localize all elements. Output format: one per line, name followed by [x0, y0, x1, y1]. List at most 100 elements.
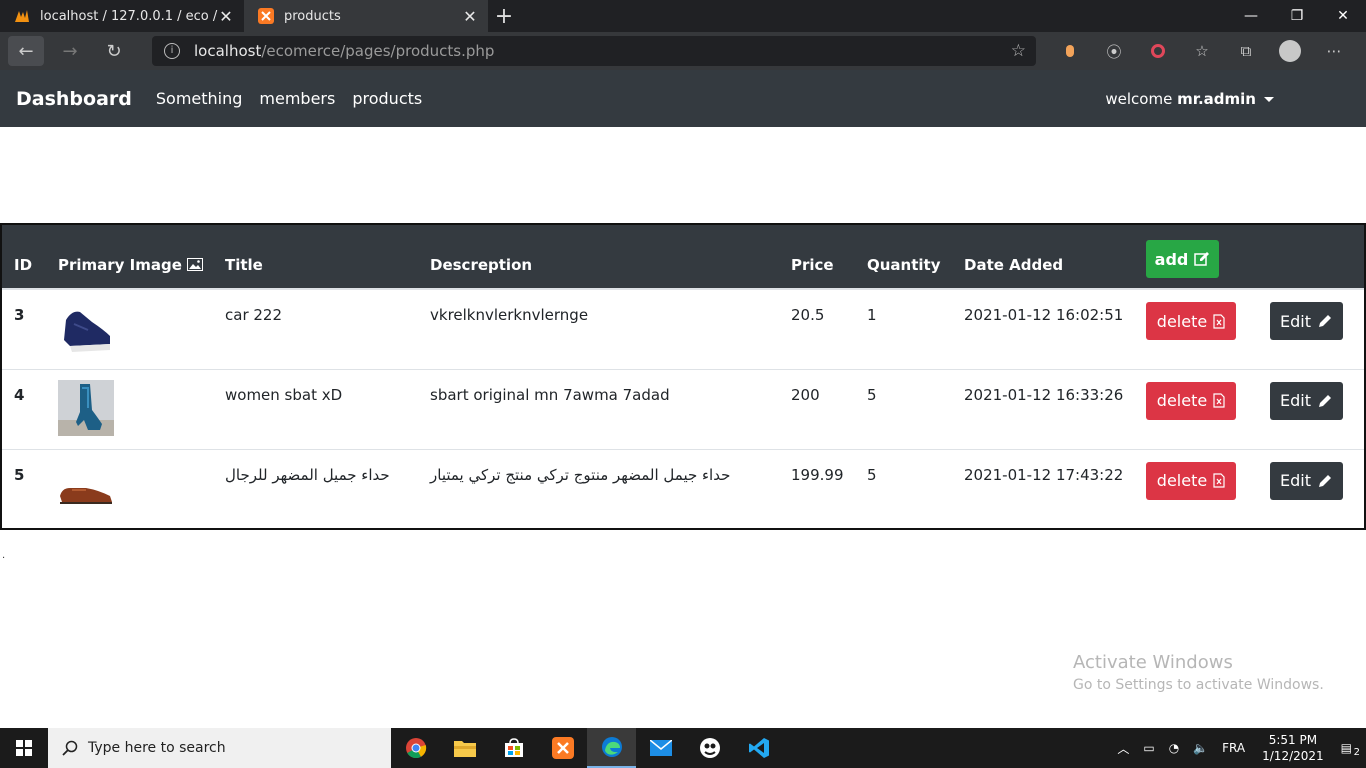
col-header-id: ID	[14, 256, 33, 274]
mail-icon[interactable]	[636, 728, 685, 768]
forward-icon[interactable]: →	[52, 36, 88, 66]
taskbar-search-input[interactable]: Type here to search	[48, 728, 391, 768]
cell-description: حداء جيمل المضهر منتوج تركي منتج تركي يم…	[430, 465, 731, 484]
profile-avatar-icon[interactable]	[1268, 36, 1312, 66]
delete-label: delete	[1156, 471, 1208, 490]
xampp-icon	[258, 8, 274, 24]
watermark-line1: Activate Windows	[1073, 652, 1233, 673]
refresh-icon[interactable]: ↻	[96, 36, 132, 66]
cell-description: sbart original mn 7awma 7adad	[430, 385, 670, 404]
wifi-icon[interactable]: ◔	[1162, 741, 1186, 755]
site-navbar: Dashboard Something members products wel…	[0, 70, 1366, 127]
cell-price: 20.5	[791, 306, 825, 324]
notification-count: 2	[1351, 747, 1362, 758]
cell-quantity: 5	[867, 385, 877, 404]
cell-date: 2021-01-12 16:02:51	[964, 306, 1124, 324]
pencil-icon	[1318, 315, 1331, 327]
edit-label: Edit	[1280, 311, 1311, 331]
user-dropdown[interactable]: welcome mr.admin	[1105, 90, 1274, 108]
clock-date: 1/12/2021	[1262, 749, 1324, 763]
favorites-icon[interactable]: ☆	[1180, 36, 1224, 66]
cell-image	[58, 369, 225, 449]
cell-date: 2021-01-12 17:43:22	[964, 465, 1124, 484]
edit-button[interactable]: Edit	[1270, 461, 1343, 500]
notification-center-icon[interactable]: ▤ 2	[1334, 741, 1366, 758]
tab-close-icon[interactable]: ✕	[462, 7, 478, 26]
vscode-icon[interactable]	[734, 728, 783, 768]
search-icon	[62, 740, 78, 756]
system-tray: ︿ ▭ ◔ 🔈 FRA 5:51 PM 1/12/2021 ▤ 2	[1110, 728, 1366, 768]
col-header-date: Date Added	[964, 256, 1064, 274]
cell-quantity: 1	[867, 306, 877, 324]
address-bar[interactable]: i localhost/ecomerce/pages/products.php …	[152, 36, 1036, 66]
close-window-icon[interactable]: ✕	[1320, 0, 1366, 32]
brand-link[interactable]: Dashboard	[16, 88, 132, 110]
delete-label: delete	[1156, 311, 1208, 331]
nav-link-products[interactable]: products	[352, 89, 422, 108]
nav-link-members[interactable]: members	[259, 89, 335, 108]
cell-date: 2021-01-12 16:33:26	[964, 385, 1124, 404]
new-tab-icon[interactable]: +	[488, 0, 520, 32]
taskbar: Type here to search ︿ ▭ ◔ 🔈 FRA 5:51 PM …	[0, 728, 1366, 768]
restore-icon[interactable]: ❐	[1274, 0, 1320, 32]
cell-price: 200	[791, 385, 820, 404]
xampp-taskbar-icon[interactable]	[538, 728, 587, 768]
col-header-title: Title	[225, 256, 263, 274]
add-label: add	[1154, 249, 1189, 269]
store-icon[interactable]	[489, 728, 538, 768]
nav-link-something[interactable]: Something	[156, 89, 243, 108]
cell-quantity: 5	[867, 465, 877, 484]
extension-icon[interactable]	[1048, 36, 1092, 66]
search-placeholder: Type here to search	[88, 740, 226, 756]
product-image[interactable]	[58, 300, 114, 356]
product-image[interactable]	[58, 459, 114, 516]
cell-title: حداء جميل المضهر للرجال	[225, 465, 390, 484]
cell-edit: Edit	[1270, 369, 1364, 449]
edit-button[interactable]: Edit	[1270, 381, 1343, 420]
chrome-icon[interactable]	[391, 728, 440, 768]
cell-title: car 222	[225, 306, 283, 324]
url-host: localhost	[194, 42, 262, 60]
site-info-icon[interactable]: i	[164, 43, 180, 59]
more-menu-icon[interactable]: ⋯	[1312, 36, 1356, 66]
browser-tab-products[interactable]: products ✕	[244, 0, 488, 32]
language-indicator[interactable]: FRA	[1215, 741, 1252, 755]
windows-start-icon[interactable]	[0, 728, 48, 768]
footnote-dot: .	[2, 550, 6, 561]
minimize-icon[interactable]: —	[1228, 0, 1274, 32]
url-path: /ecomerce/pages/products.php	[261, 42, 495, 60]
opera-extension-icon[interactable]	[1136, 36, 1180, 66]
back-icon[interactable]: ←	[8, 36, 44, 66]
volume-icon[interactable]: 🔈	[1186, 741, 1215, 755]
welcome-text: welcome	[1105, 89, 1178, 108]
pencil-icon	[1318, 394, 1331, 407]
product-image[interactable]	[58, 379, 114, 436]
caret-down-icon	[1264, 96, 1274, 102]
collections-icon[interactable]: ⧉	[1224, 36, 1268, 66]
add-button[interactable]: add	[1146, 240, 1219, 278]
delete-button[interactable]: delete	[1146, 302, 1236, 340]
col-header-quantity: Quantity	[867, 256, 941, 274]
col-header-image-label: Primary Image	[58, 256, 182, 274]
clock[interactable]: 5:51 PM 1/12/2021	[1252, 732, 1334, 764]
app-icon[interactable]	[685, 728, 734, 768]
file-x-icon	[1213, 393, 1225, 408]
battery-icon[interactable]: ▭	[1136, 741, 1161, 755]
delete-button[interactable]: delete	[1146, 381, 1236, 420]
extension-icon[interactable]: ⦿	[1092, 36, 1136, 66]
browser-tab-phpmyadmin[interactable]: localhost / 127.0.0.1 / eco / items | ph…	[0, 0, 244, 32]
delete-label: delete	[1156, 391, 1208, 410]
edge-icon[interactable]	[587, 728, 636, 768]
cell-title: women sbat xD	[225, 385, 343, 404]
watermark-line2: Go to Settings to activate Windows.	[1073, 677, 1324, 693]
delete-button[interactable]: delete	[1146, 461, 1236, 500]
products-table: ID Primary Image Title Descreption Price…	[0, 223, 1366, 530]
chevron-up-icon[interactable]: ︿	[1110, 740, 1136, 757]
clock-time: 5:51 PM	[1268, 733, 1318, 747]
tab-title: products	[284, 8, 341, 24]
edit-button[interactable]: Edit	[1270, 302, 1343, 340]
cell-price: 199.99	[791, 465, 844, 484]
favorite-star-icon[interactable]: ☆	[1011, 41, 1026, 61]
file-explorer-icon[interactable]	[440, 728, 489, 768]
tab-close-icon[interactable]: ✕	[218, 7, 234, 26]
